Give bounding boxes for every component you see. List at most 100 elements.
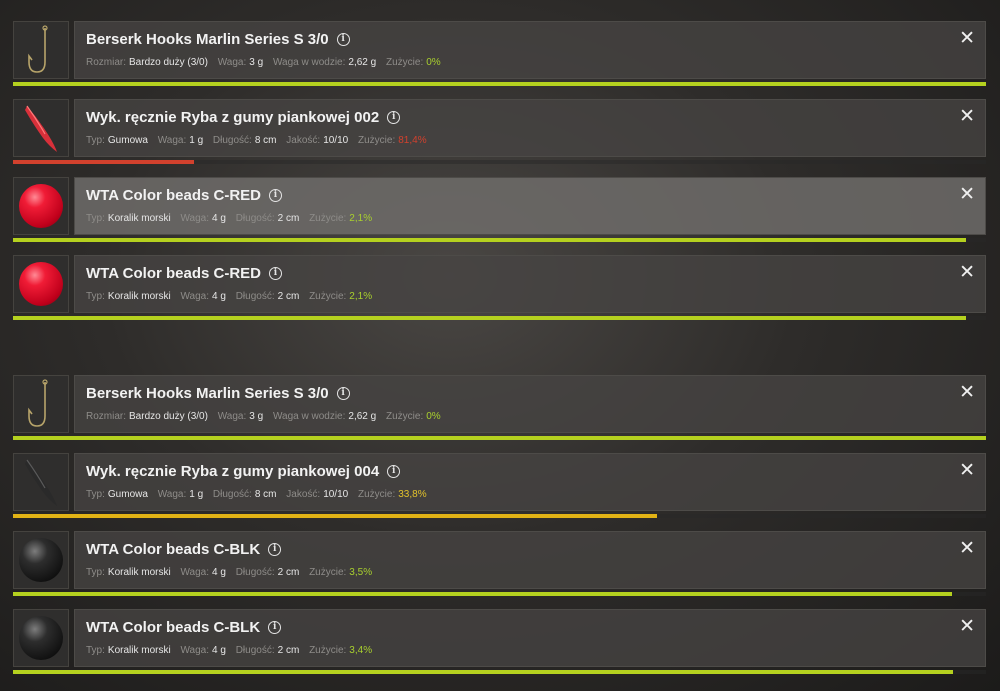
info-icon[interactable]: i [268, 621, 282, 634]
item-panel[interactable]: WTA Color beads C-RED i Typ: Koralik mors… [74, 255, 986, 313]
item-name: Wyk. ręcznie Ryba z gumy piankowej 004 [86, 463, 380, 480]
wear-bar [13, 436, 986, 440]
stat-label: Waga: [157, 489, 187, 500]
stat-value: 4 g [212, 291, 226, 302]
stat-label: Długość: [212, 489, 252, 500]
item-panel[interactable]: Wyk. ręcznie Ryba z gumy piankowej 002 i… [74, 99, 986, 157]
item-name: WTA Color beads C-BLK [86, 619, 261, 636]
stat-label: Zużycie: [385, 411, 424, 422]
item-thumbnail[interactable] [13, 99, 69, 157]
item-panel[interactable]: WTA Color beads C-BLK i Typ: Koralik mors… [74, 609, 986, 667]
item-thumbnail[interactable] [13, 375, 69, 433]
close-icon[interactable]: ✕ [959, 537, 975, 559]
tackle-item[interactable]: Wyk. ręcznie Ryba z gumy piankowej 004 i… [13, 453, 986, 519]
tackle-item[interactable]: Berserk Hooks Marlin Series S 3/0 i Rozm… [13, 21, 986, 87]
stat-value: 8 cm [254, 135, 277, 146]
stat-label: Zużycie: [309, 645, 347, 656]
item-name: Berserk Hooks Marlin Series S 3/0 [86, 385, 329, 402]
close-icon[interactable]: ✕ [959, 381, 975, 403]
item-title: WTA Color beads C-RED i [86, 265, 282, 282]
item-panel[interactable]: WTA Color beads C-RED i Typ: Koralik mors… [74, 177, 986, 235]
item-title: Wyk. ręcznie Ryba z gumy piankowej 004 i [86, 463, 401, 480]
wear-value: 3,5% [349, 567, 373, 578]
tackle-item[interactable]: WTA Color beads C-RED i Typ: Koralik mors… [13, 255, 986, 321]
wear-value: 81,4% [398, 135, 427, 146]
item-panel[interactable]: Berserk Hooks Marlin Series S 3/0 i Rozm… [74, 21, 986, 79]
stat-value: 2,62 g [348, 57, 377, 68]
stat-label: Waga: [217, 411, 247, 422]
info-icon[interactable]: i [269, 189, 282, 202]
hook-icon [28, 379, 48, 427]
tackle-item[interactable]: WTA Color beads C-BLK i Typ: Koralik mors… [13, 531, 986, 597]
item-title: WTA Color beads C-BLK i [86, 619, 282, 636]
stat-value: 2 cm [277, 645, 300, 656]
item-thumbnail[interactable] [13, 21, 69, 79]
stat-label: Długość: [235, 567, 275, 578]
item-stats: Rozmiar: Bardzo duży (3/0) Waga: 3 g Waga … [86, 411, 448, 422]
tackle-item[interactable]: Berserk Hooks Marlin Series S 3/0 i Rozm… [13, 375, 986, 441]
wear-bar [13, 160, 986, 164]
tackle-item[interactable]: WTA Color beads C-RED i Typ: Koralik mors… [13, 177, 986, 243]
wear-bar-fill [13, 436, 986, 440]
stat-value: 8 cm [254, 489, 277, 500]
stat-label: Typ: [86, 489, 105, 500]
stat-value: Koralik morski [107, 291, 171, 302]
wear-value: 0% [426, 411, 441, 422]
stat-label: Jakość: [286, 489, 321, 500]
tackle-item[interactable]: Wyk. ręcznie Ryba z gumy piankowej 002 i… [13, 99, 986, 165]
stat-value: Koralik morski [107, 645, 171, 656]
close-icon[interactable]: ✕ [959, 27, 975, 49]
red-bead-icon [19, 262, 63, 306]
red-rubber-fish-icon [25, 105, 57, 152]
wear-bar-fill [13, 514, 658, 518]
stat-label: Typ: [86, 291, 105, 302]
stat-label: Długość: [235, 213, 275, 224]
item-thumbnail[interactable] [13, 609, 69, 667]
close-icon[interactable]: ✕ [959, 183, 975, 205]
stat-label: Waga: [217, 57, 247, 68]
item-stats: Typ: Koralik morski Waga: 4 g Długość: 2 cm… [86, 213, 379, 224]
item-thumbnail[interactable] [13, 255, 69, 313]
stat-label: Zużycie: [309, 567, 347, 578]
close-icon[interactable]: ✕ [959, 105, 975, 127]
info-icon[interactable]: i [336, 387, 350, 400]
item-stats: Typ: Koralik morski Waga: 4 g Długość: 2 cm… [86, 645, 379, 656]
stat-label: Waga: [157, 135, 187, 146]
stat-label: Rozmiar: [86, 57, 127, 68]
item-panel[interactable]: Wyk. ręcznie Ryba z gumy piankowej 004 i… [74, 453, 986, 511]
stat-label: Zużycie: [385, 57, 424, 68]
stat-label: Zużycie: [309, 291, 347, 302]
item-thumbnail[interactable] [13, 177, 69, 235]
info-icon[interactable]: i [336, 33, 350, 46]
stat-value: 2 cm [277, 567, 300, 578]
wear-bar [13, 514, 986, 518]
item-thumbnail[interactable] [13, 531, 69, 589]
tackle-item[interactable]: WTA Color beads C-BLK i Typ: Koralik mors… [13, 609, 986, 675]
stat-label: Zużycie: [358, 489, 396, 500]
stat-value: 4 g [212, 567, 226, 578]
item-title: WTA Color beads C-BLK i [86, 541, 282, 558]
close-icon[interactable]: ✕ [959, 459, 975, 481]
info-icon[interactable]: i [387, 111, 401, 124]
stat-label: Waga: [180, 567, 210, 578]
item-title: Berserk Hooks Marlin Series S 3/0 i [86, 31, 350, 48]
wear-bar [13, 238, 986, 242]
item-panel[interactable]: WTA Color beads C-BLK i Typ: Koralik mors… [74, 531, 986, 589]
info-icon[interactable]: i [269, 267, 282, 280]
stat-label: Typ: [86, 645, 105, 656]
item-thumbnail[interactable] [13, 453, 69, 511]
stat-value: 3 g [249, 411, 264, 422]
info-icon[interactable]: i [268, 543, 282, 556]
stat-label: Waga w wodzie: [272, 57, 346, 68]
item-panel[interactable]: Berserk Hooks Marlin Series S 3/0 i Rozm… [74, 375, 986, 433]
item-stats: Rozmiar: Bardzo duży (3/0) Waga: 3 g Waga … [86, 57, 448, 68]
stat-label: Zużycie: [358, 135, 396, 146]
close-icon[interactable]: ✕ [959, 261, 975, 283]
item-stats: Typ: Gumowa Waga: 1 g Długość: 8 cm Jakość:… [86, 489, 434, 500]
wear-bar [13, 592, 986, 596]
stat-value: Bardzo duży (3/0) [129, 57, 208, 68]
stat-value: 4 g [212, 645, 226, 656]
info-icon[interactable]: i [387, 465, 401, 478]
close-icon[interactable]: ✕ [959, 615, 975, 637]
wear-bar-fill [13, 238, 966, 242]
